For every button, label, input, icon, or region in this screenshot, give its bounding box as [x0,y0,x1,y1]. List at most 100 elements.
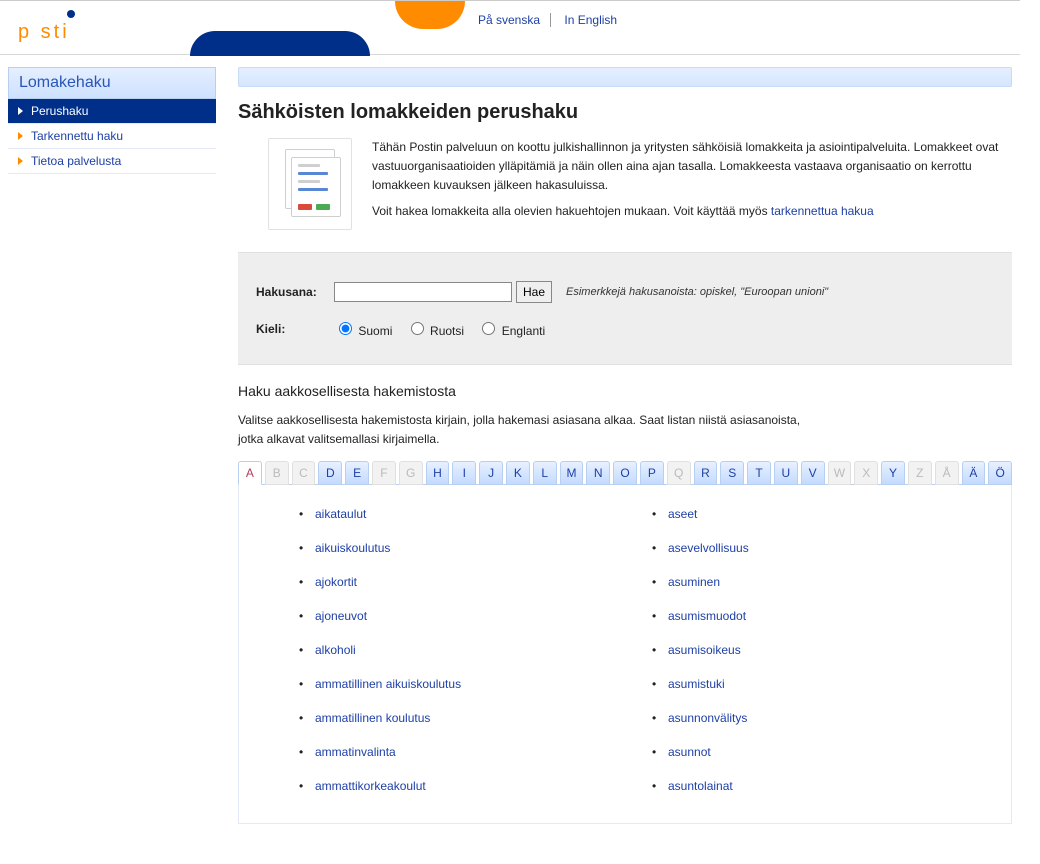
result-link[interactable]: aikataulut [315,507,366,521]
intro-text: Tähän Postin palveluun on koottu julkish… [372,138,1008,230]
radio-suomi[interactable] [339,322,352,335]
result-link[interactable]: asumismuodot [668,609,746,623]
alpha-tab-F: F [372,461,396,485]
alpha-index-title: Haku aakkosellisesta hakemistosta [238,383,1012,399]
result-link[interactable]: ammatinvalinta [315,745,396,759]
result-link[interactable]: ajokortit [315,575,357,589]
hakusana-label: Hakusana: [256,285,334,299]
alpha-tab-O[interactable]: O [613,461,637,485]
page-title: Sähköisten lomakkeiden perushaku [238,101,1012,124]
list-item: asuminen [652,575,975,589]
results-col-right: aseet asevelvollisuus asuminen asumismuodot… [652,507,975,793]
decor-orange [395,1,465,29]
tarkennettu-haku-link[interactable]: tarkennettua hakua [771,204,874,218]
alpha-tab-D[interactable]: D [318,461,342,485]
results-col-left: aikataulut aikuiskoulutus ajokortit ajoneuv… [299,507,622,793]
alpha-tab-L[interactable]: L [533,461,557,485]
language-radios: Suomi Ruotsi Englanti [334,319,555,338]
list-item: ammatillinen koulutus [299,711,622,725]
decor-blue [190,31,370,56]
lang-en-link[interactable]: In English [554,13,627,27]
sidebar-item-perushaku[interactable]: Perushaku [8,99,216,124]
alpha-tab-Y[interactable]: Y [881,461,905,485]
list-item: aikataulut [299,507,622,521]
list-item: ammatinvalinta [299,745,622,759]
alpha-tab-Ä[interactable]: Ä [962,461,986,485]
list-item: asumismuodot [652,609,975,623]
alpha-tab-A[interactable]: A [238,461,262,485]
sidebar-item-tietoa[interactable]: Tietoa palvelusta [8,149,216,174]
list-item: alkoholi [299,643,622,657]
alpha-results: aikataulut aikuiskoulutus ajokortit ajoneuv… [238,484,1012,824]
result-link[interactable]: ajoneuvot [315,609,367,623]
result-link[interactable]: alkoholi [315,643,356,657]
list-item: asumistuki [652,677,975,691]
search-example: Esimerkkejä hakusanoista: opiskel, "Euro… [566,286,828,298]
result-link[interactable]: ammatillinen koulutus [315,711,430,725]
result-link[interactable]: asevelvollisuus [668,541,749,555]
alpha-tab-P[interactable]: P [640,461,664,485]
result-link[interactable]: ammattikorkeakoulut [315,779,426,793]
intro-p2a: Voit hakea lomakkeita alla olevien hakue… [372,204,771,218]
alpha-tab-H[interactable]: H [426,461,450,485]
alpha-tab-K[interactable]: K [506,461,530,485]
main-content: Sähköisten lomakkeiden perushaku Tähän P… [238,67,1012,824]
top-bar: p sti På svenska In English [0,0,1020,48]
intro-block: Tähän Postin palveluun on koottu julkish… [238,138,1012,252]
list-item: asuntolainat [652,779,975,793]
result-link[interactable]: asunnot [668,745,711,759]
search-panel: Hakusana: Hae Esimerkkejä hakusanoista: … [238,252,1012,365]
result-link[interactable]: asumistuki [668,677,725,691]
logo-dot-icon [67,10,75,18]
language-bar: På svenska In English [468,13,627,27]
list-item: asumisoikeus [652,643,975,657]
logo-text: p sti [18,21,70,44]
kieli-label: Kieli: [256,322,334,336]
result-link[interactable]: asumisoikeus [668,643,741,657]
alpha-tab-Å: Å [935,461,959,485]
list-item: ajokortit [299,575,622,589]
alpha-tab-V[interactable]: V [801,461,825,485]
alpha-tabs: ABCDEFGHIJKLMNOPQRSTUVWXYZÅÄÖ [238,461,1012,485]
alpha-tab-T[interactable]: T [747,461,771,485]
search-button[interactable]: Hae [516,281,552,303]
main-header-bar [238,67,1012,87]
radio-englanti[interactable] [482,322,495,335]
alpha-tab-Ö[interactable]: Ö [988,461,1012,485]
sidebar-item-label: Tarkennettu haku [31,129,123,143]
alpha-tab-E[interactable]: E [345,461,369,485]
sidebar-title: Lomakehaku [8,67,216,99]
list-item: ammatillinen aikuiskoulutus [299,677,622,691]
logo[interactable]: p sti [18,21,70,44]
alpha-tab-S[interactable]: S [720,461,744,485]
alpha-tab-X: X [854,461,878,485]
radio-ruotsi[interactable] [411,322,424,335]
alpha-tab-R[interactable]: R [694,461,718,485]
chevron-right-icon [18,132,23,140]
alpha-tab-I[interactable]: I [452,461,476,485]
sidebar-item-label: Tietoa palvelusta [31,154,121,168]
alpha-tab-N[interactable]: N [586,461,610,485]
alpha-tab-M[interactable]: M [560,461,584,485]
document-icon [268,138,352,230]
alpha-tab-J[interactable]: J [479,461,503,485]
result-link[interactable]: aseet [668,507,697,521]
alpha-tab-B: B [265,461,289,485]
result-link[interactable]: aikuiskoulutus [315,541,390,555]
result-link[interactable]: ammatillinen aikuiskoulutus [315,677,461,691]
result-link[interactable]: asunnonvälitys [668,711,747,725]
result-link[interactable]: asuntolainat [668,779,733,793]
alpha-tab-U[interactable]: U [774,461,798,485]
chevron-right-icon [18,157,23,165]
alpha-tab-W: W [828,461,852,485]
search-input[interactable] [334,282,512,302]
lang-sv-link[interactable]: På svenska [468,13,551,27]
alpha-tab-Z: Z [908,461,932,485]
alpha-tab-C: C [292,461,316,485]
result-link[interactable]: asuminen [668,575,720,589]
list-item: asevelvollisuus [652,541,975,555]
sidebar-item-tarkennettu[interactable]: Tarkennettu haku [8,124,216,149]
alpha-tab-G: G [399,461,423,485]
list-item: asunnot [652,745,975,759]
sidebar-item-label: Perushaku [31,104,88,118]
